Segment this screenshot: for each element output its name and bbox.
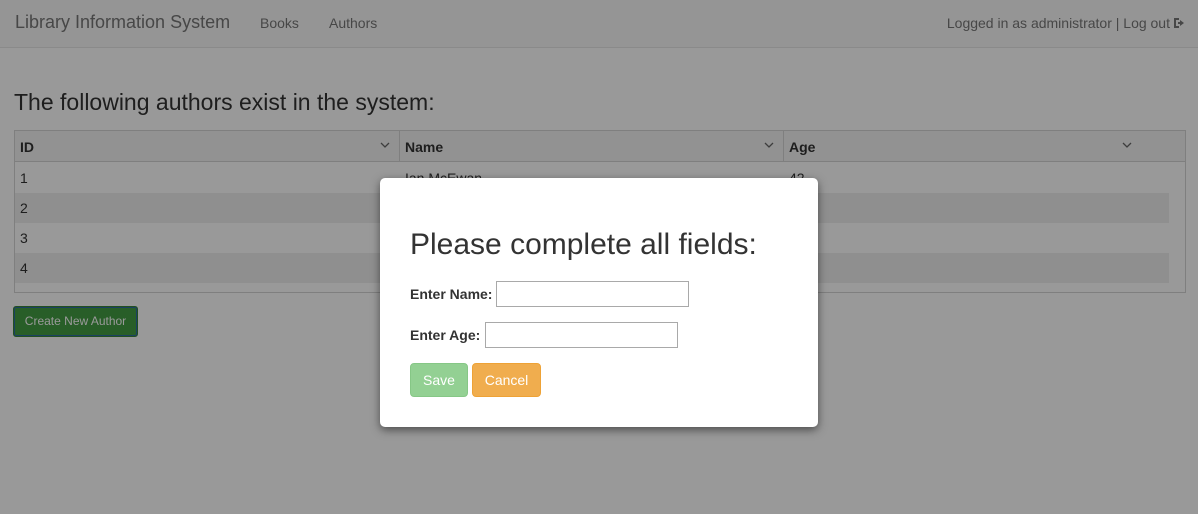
name-field-label: Enter Name: [410, 286, 493, 302]
name-input[interactable] [496, 281, 689, 307]
age-input[interactable] [485, 322, 678, 348]
save-button[interactable]: Save [410, 363, 468, 397]
age-field-label: Enter Age: [410, 327, 481, 343]
create-author-dialog: Please complete all fields: Enter Name: … [380, 178, 818, 427]
dialog-title: Please complete all fields: [410, 228, 757, 261]
cancel-button[interactable]: Cancel [472, 363, 541, 397]
